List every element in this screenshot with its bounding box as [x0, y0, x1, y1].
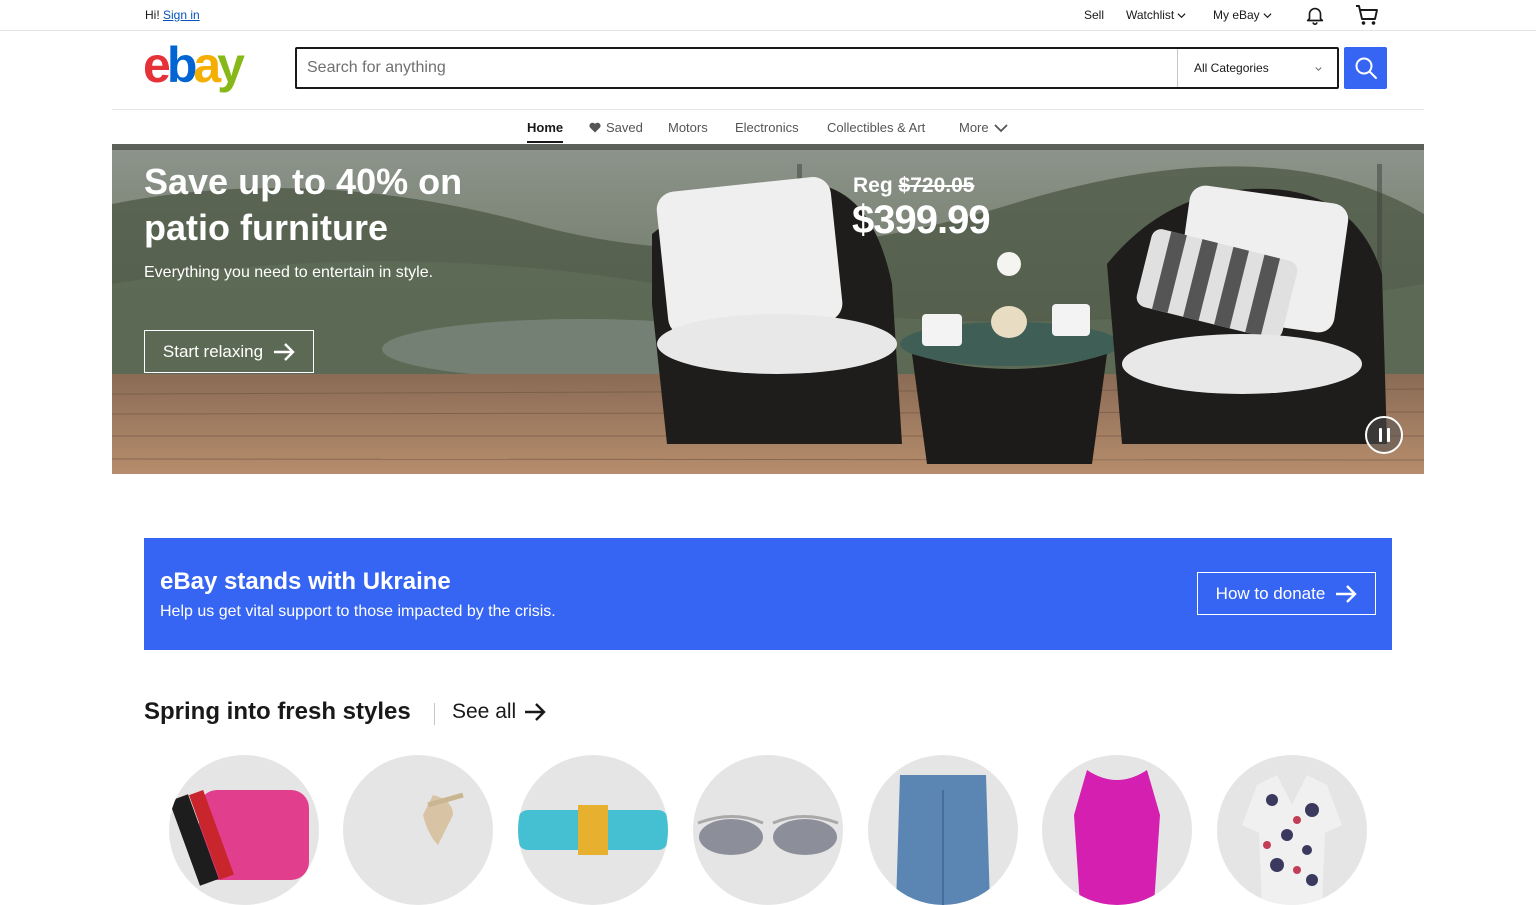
arrow-right-icon: [1336, 584, 1358, 603]
pause-icon: [1378, 428, 1382, 442]
arrow-right-icon: [274, 342, 295, 361]
chevron-down-icon: [1315, 66, 1322, 71]
tab-more-label: More: [959, 120, 989, 135]
handbag-image: [169, 789, 309, 886]
dress-image: [1074, 770, 1160, 905]
tab-more[interactable]: More: [959, 120, 1008, 135]
tab-motors[interactable]: Motors: [668, 120, 708, 135]
section-divider: [434, 703, 435, 725]
ukraine-banner[interactable]: eBay stands with Ukraine Help us get vit…: [144, 538, 1392, 650]
watchlist-dropdown[interactable]: Watchlist: [1126, 8, 1186, 22]
regular-price-label: Reg: [853, 174, 893, 197]
watchlist-label: Watchlist: [1126, 8, 1175, 22]
ukraine-title: eBay stands with Ukraine: [160, 568, 451, 595]
my-ebay-label: My eBay: [1213, 8, 1260, 22]
bracelet-image: [518, 805, 668, 855]
search-bar: All Categories: [295, 47, 1339, 89]
category-select-label: All Categories: [1194, 61, 1269, 75]
tab-motors-label: Motors: [668, 120, 708, 135]
ebay-logo[interactable]: ebay: [143, 40, 263, 96]
chevron-down-icon: [1177, 12, 1186, 18]
ukraine-subtitle: Help us get vital support to those impac…: [160, 603, 556, 620]
my-ebay-dropdown[interactable]: My eBay: [1213, 8, 1272, 22]
greeting-text: Hi!: [145, 8, 160, 22]
greeting: Hi! Sign in: [145, 8, 200, 22]
tab-collectibles-art[interactable]: Collectibles & Art: [827, 120, 925, 135]
category-circle-handbag[interactable]: [169, 755, 319, 905]
chevron-down-icon: [993, 123, 1008, 132]
category-nav: Home Saved Motors Electronics Collectibl…: [0, 110, 1536, 144]
top-image: [1242, 775, 1342, 905]
sell-label: Sell: [1084, 8, 1105, 22]
search-button[interactable]: [1344, 47, 1387, 89]
tab-collectibles-label: Collectibles & Art: [827, 120, 926, 135]
cart-icon[interactable]: [1354, 3, 1380, 27]
tab-saved[interactable]: Saved: [589, 120, 643, 135]
sign-in-link[interactable]: Sign in: [163, 8, 200, 22]
see-all-label: See all: [452, 700, 517, 723]
category-circle-top[interactable]: [1217, 755, 1367, 905]
pause-icon-bar: [1386, 428, 1390, 442]
notification-bell-icon[interactable]: [1304, 4, 1326, 26]
tab-home-label: Home: [527, 120, 564, 135]
regular-price-value: $720.05: [898, 174, 975, 197]
sell-link[interactable]: Sell: [1084, 8, 1104, 22]
sunglasses-image: [697, 815, 839, 855]
tab-electronics-label: Electronics: [735, 120, 799, 135]
tab-electronics[interactable]: Electronics: [735, 120, 799, 135]
top-bar: Hi! Sign in Sell Watchlist My eBay: [0, 0, 1536, 31]
category-circle-sunglasses[interactable]: [693, 755, 843, 905]
tab-home[interactable]: Home: [527, 120, 563, 135]
heart-icon: [589, 122, 601, 133]
active-tab-underline: [527, 141, 563, 143]
sandal-image: [423, 792, 464, 845]
hero-title: Save up to 40% on patio furniture: [144, 161, 463, 248]
see-all-link[interactable]: See all: [452, 700, 546, 724]
jeans-image: [896, 775, 990, 905]
how-to-donate-button[interactable]: How to donate: [1197, 572, 1376, 615]
how-to-donate-label: How to donate: [1215, 583, 1326, 603]
section-title: Spring into fresh styles: [144, 698, 411, 725]
search-icon: [1355, 57, 1377, 79]
search-input[interactable]: [297, 49, 1177, 87]
start-relaxing-button[interactable]: Start relaxing: [144, 330, 314, 373]
sale-price: $399.99: [852, 198, 991, 242]
hero-banner[interactable]: Save up to 40% on patio furniture Everyt…: [112, 144, 1424, 474]
regular-price: Reg $720.05: [853, 174, 974, 198]
category-select[interactable]: All Categories: [1177, 49, 1337, 87]
arrow-right-icon: [525, 703, 546, 721]
category-circle-bracelet[interactable]: [518, 755, 668, 905]
pause-button[interactable]: [1365, 416, 1403, 454]
category-circle-sandal[interactable]: [343, 755, 493, 905]
tab-saved-label: Saved: [606, 120, 643, 135]
start-relaxing-label: Start relaxing: [162, 341, 264, 361]
svg-text:ebay: ebay: [143, 40, 245, 93]
category-circle-dress[interactable]: [1042, 755, 1192, 905]
chevron-down-icon: [1263, 12, 1272, 18]
hero-subtitle: Everything you need to entertain in styl…: [144, 264, 434, 281]
category-circle-jeans[interactable]: [868, 755, 1018, 905]
